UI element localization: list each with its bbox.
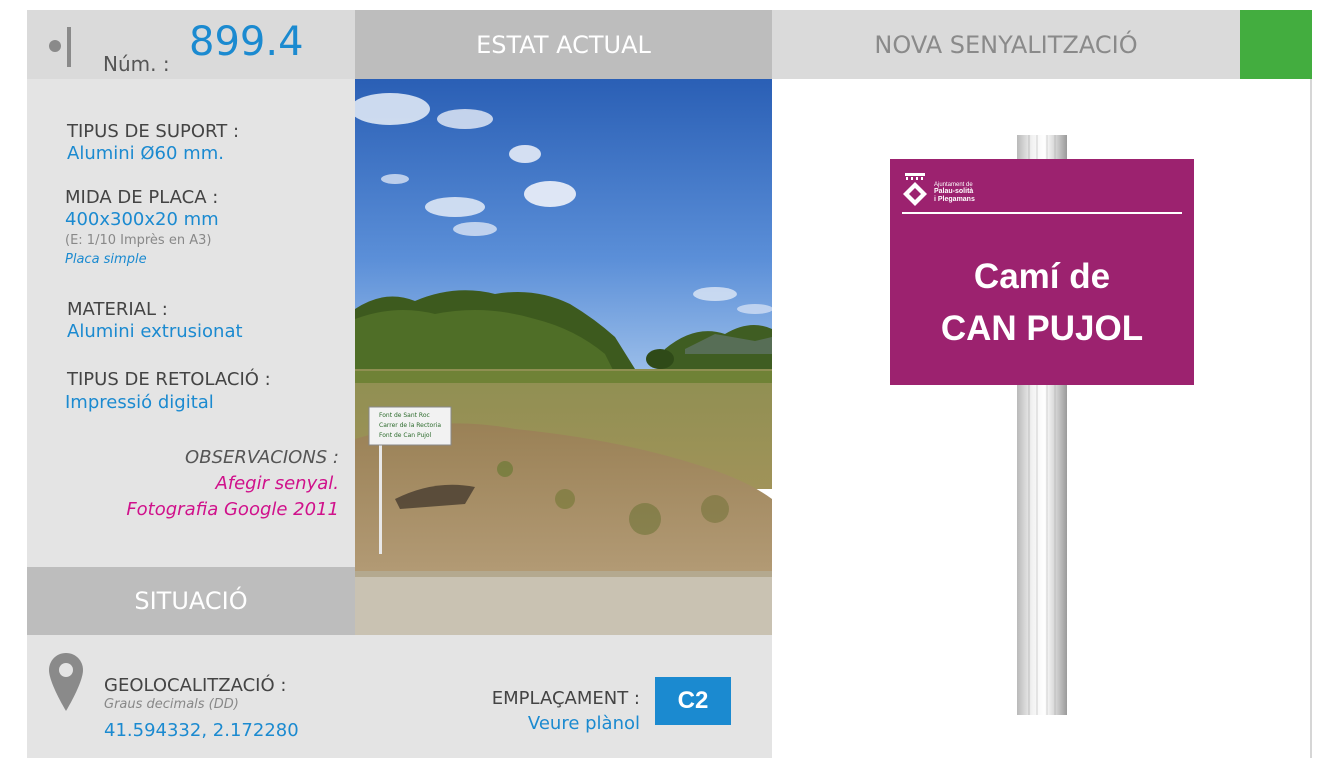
observacions-line1: Afegir senyal. — [215, 473, 339, 494]
geo-format: Graus decimals (DD) — [104, 697, 239, 712]
mida-value: 400x300x20 mm — [65, 209, 219, 230]
num-value: 899.4 — [189, 19, 304, 65]
emplacament-code: C2 — [677, 687, 709, 714]
logo-line2: Palau-solità — [934, 188, 974, 196]
info-panel: TIPUS DE SUPORT : Alumini Ø60 mm. MIDA D… — [27, 79, 355, 567]
municipal-crest-icon — [903, 173, 927, 206]
bullet-bar-icon — [67, 27, 71, 67]
photo-sign-line1: Font de Sant Roc — [379, 412, 430, 419]
bullet-dot-icon — [49, 40, 61, 52]
nova-senyalitzacio-title: NOVA SENYALITZACIÓ — [874, 30, 1138, 59]
sign-text-line2: CAN PUJOL — [940, 309, 1144, 348]
material-label: MATERIAL : — [67, 299, 168, 320]
current-state-photo: Font de Sant Roc Carrer de la Rectoria F… — [355, 79, 772, 635]
situacio-header: SITUACIÓ — [27, 567, 355, 635]
location-pin-icon — [49, 653, 83, 711]
logo-line3: i Plegamans — [934, 195, 975, 203]
mida-label: MIDA DE PLACA : — [65, 187, 219, 208]
header-nova-senyalitzacio: NOVA SENYALITZACIÓ — [772, 10, 1240, 79]
sign-text-line1: Camí de — [973, 257, 1111, 296]
right-border — [1310, 79, 1312, 758]
retolacio-label: TIPUS DE RETOLACIÓ : — [67, 369, 271, 390]
municipal-logo-text: Ajuntament de Palau-solità i Plegamans — [934, 182, 975, 203]
situacio-title: SITUACIÓ — [134, 587, 248, 615]
status-color-tab — [1240, 10, 1312, 79]
photo-sign-line2: Carrer de la Rectoria — [379, 422, 442, 429]
retolacio-value: Impressió digital — [65, 392, 214, 413]
sign-divider — [902, 212, 1182, 214]
header-number-box: Núm. : 899.4 — [27, 10, 355, 79]
mida-type: Placa simple — [65, 252, 147, 267]
estat-actual-title: ESTAT ACTUAL — [476, 30, 651, 59]
observacions-label: OBSERVACIONS : — [185, 447, 339, 468]
suport-label: TIPUS DE SUPORT : — [67, 121, 240, 142]
num-label: Núm. : — [103, 52, 170, 76]
new-sign-plate: Ajuntament de Palau-solità i Plegamans C… — [890, 159, 1194, 385]
fitxa-senyal: Núm. : 899.4 ESTAT ACTUAL NOVA SENYALITZ… — [27, 10, 1312, 758]
veure-planol-link[interactable]: Veure plànol — [528, 713, 640, 734]
suport-value: Alumini Ø60 mm. — [67, 143, 224, 164]
emplacament-label: EMPLAÇAMENT : — [491, 688, 640, 709]
photo-sign-line3: Font de Can Pujol — [379, 432, 432, 439]
header-estat-actual: ESTAT ACTUAL — [355, 10, 772, 79]
geo-coords: 41.594332, 2.172280 — [104, 720, 299, 741]
location-panel: GEOLOCALITZACIÓ : Graus decimals (DD) 41… — [27, 635, 772, 758]
street-view-photo — [355, 79, 772, 635]
mida-scale: (E: 1/10 Imprès en A3) — [65, 233, 212, 248]
geo-label: GEOLOCALITZACIÓ : — [104, 675, 287, 696]
material-value: Alumini extrusionat — [67, 321, 243, 342]
observacions-line2: Fotografia Google 2011 — [126, 499, 339, 520]
emplacament-code-badge: C2 — [655, 677, 731, 725]
